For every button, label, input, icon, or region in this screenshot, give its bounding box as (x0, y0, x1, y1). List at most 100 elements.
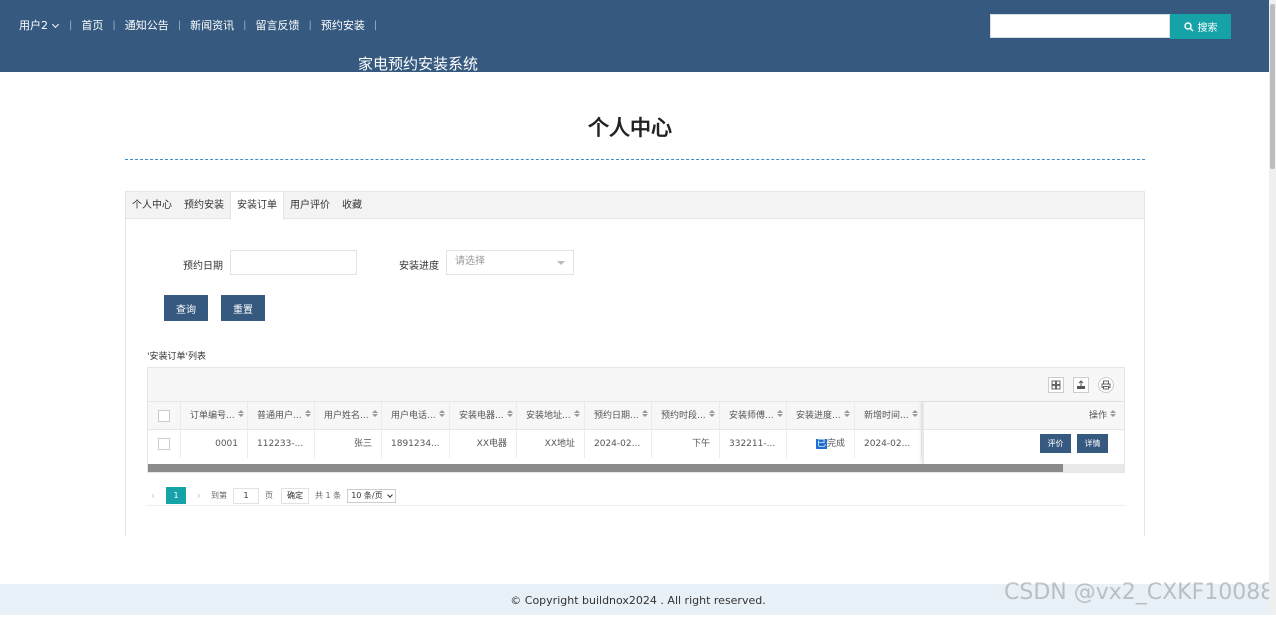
watermark: CSDN @vx2_CXKF10088 (1004, 580, 1275, 605)
tab-install-orders[interactable]: 安装订单 (230, 192, 284, 220)
sort-icon (573, 410, 580, 417)
print-icon (1101, 380, 1111, 390)
progress-select-placeholder: 请选择 (455, 256, 485, 267)
tab-bar: 个人中心 预约安装 安装订单 用户评价 收藏 (126, 192, 1144, 220)
time-slot-cell: 下午 (652, 430, 720, 458)
pager-divider (147, 505, 1125, 506)
column-header-label: 预约时段... (661, 411, 706, 421)
progress-label: 安装进度 (399, 261, 439, 272)
column-header[interactable]: 安装地址... (517, 402, 585, 430)
chevron-down-icon (386, 491, 393, 498)
horizontal-scrollbar[interactable] (148, 464, 1124, 472)
user-phone-cell: 1891234... (382, 430, 450, 458)
progress-rest-text: 完成 (826, 439, 845, 449)
nav-feedback[interactable]: 留言反馈 (247, 17, 309, 33)
top-header: 用户2 | 首页 | 通知公告 | 新闻资讯 | 留言反馈 | 预约安装 | 搜… (0, 0, 1276, 73)
column-header-label: 新增时间... (864, 411, 909, 421)
select-all-checkbox[interactable] (158, 410, 170, 422)
sort-icon (304, 410, 311, 417)
booking-date-cell: 2024-02... (585, 430, 652, 458)
tab-user-reviews[interactable]: 用户评价 (284, 192, 336, 218)
columns-toggle-button[interactable] (1048, 377, 1064, 393)
column-header[interactable]: 预约日期... (585, 402, 652, 430)
technician-cell: 332211-... (720, 430, 787, 458)
column-header-label: 安装电器... (459, 411, 504, 421)
page-title: 个人中心 (588, 116, 672, 140)
date-label: 预约日期 (183, 261, 223, 272)
title-divider (125, 159, 1145, 160)
column-header[interactable]: 新增时间... (855, 402, 922, 430)
tab-personal-center[interactable]: 个人中心 (126, 192, 178, 218)
column-header-label: 用户姓名... (324, 411, 369, 421)
horizontal-scrollbar-thumb[interactable] (148, 464, 1063, 472)
column-header-label: 安装进度... (796, 411, 841, 421)
column-header[interactable]: 安装电器... (450, 402, 517, 430)
prev-page-icon[interactable]: ‹ (147, 489, 159, 502)
user-menu-label: 用户2 (19, 19, 48, 32)
nav-booking[interactable]: 预约安装 (312, 17, 374, 33)
search-icon (1183, 21, 1193, 31)
column-header-label: 预约日期... (594, 411, 639, 421)
print-button[interactable] (1098, 377, 1114, 393)
column-header[interactable]: 用户电话... (382, 402, 450, 430)
sort-icon (438, 410, 445, 417)
sort-icon (776, 410, 783, 417)
next-page-icon[interactable]: › (193, 489, 205, 502)
search-button[interactable]: 搜索 (1170, 14, 1231, 39)
date-input[interactable] (230, 250, 357, 275)
pagination: ‹ 1 › 到第 1 页 确定 共 1 条 10 条/页 (147, 487, 396, 504)
column-header[interactable]: 用户姓名... (315, 402, 382, 430)
column-header[interactable]: 安装师傅... (720, 402, 787, 430)
column-header[interactable]: 普通用户... (248, 402, 315, 430)
row-checkbox[interactable] (158, 438, 170, 450)
nav-separator: | (373, 19, 378, 31)
query-button[interactable]: 查询 (164, 295, 208, 321)
page-size-select[interactable]: 10 条/页 (347, 488, 396, 503)
progress-select[interactable]: 请选择 (446, 250, 574, 275)
system-title: 家电预约安装系统 (358, 55, 479, 73)
export-button[interactable] (1073, 377, 1089, 393)
sort-icon (641, 410, 648, 417)
sort-icon (237, 410, 244, 417)
order-number-cell: 0001 (181, 430, 248, 458)
appliance-cell: XX电器 (450, 430, 517, 458)
created-time-cell: 2024-02... (855, 430, 922, 458)
current-page[interactable]: 1 (166, 487, 186, 504)
sort-icon (371, 410, 378, 417)
tab-book-install[interactable]: 预约安装 (178, 192, 230, 218)
search-input[interactable] (990, 14, 1170, 38)
column-header-label: 安装师傅... (729, 411, 774, 421)
column-header[interactable]: 订单编号... (181, 402, 248, 430)
caret-down-icon (557, 261, 565, 265)
tab-favorites[interactable]: 收藏 (336, 192, 368, 218)
column-header-label: 订单编号... (190, 411, 235, 421)
column-header[interactable]: 预约时段... (652, 402, 720, 430)
detail-button[interactable]: 详情 (1077, 434, 1108, 453)
nav-news[interactable]: 新闻资讯 (181, 17, 243, 33)
vertical-scrollbar-thumb[interactable] (1270, 4, 1275, 169)
user-menu[interactable]: 用户2 (19, 17, 69, 33)
goto-label: 到第 (211, 491, 227, 500)
nav-home[interactable]: 首页 (72, 17, 112, 33)
grid-icon (1051, 380, 1061, 390)
actions-header: 操作 (924, 402, 1124, 430)
progress-cell: 已完成 (787, 430, 855, 458)
reset-button[interactable]: 重置 (221, 295, 265, 321)
sort-icon (911, 410, 918, 417)
review-button[interactable]: 评价 (1040, 434, 1071, 453)
column-header[interactable]: 安装进度... (787, 402, 855, 430)
sort-icon (1110, 410, 1116, 417)
list-caption: '安装订单'列表 (147, 352, 206, 362)
total-count: 共 1 条 (315, 491, 342, 500)
vertical-scrollbar[interactable] (1269, 0, 1276, 615)
actions-column: 操作 评价 详情 (922, 402, 1124, 464)
nav-notices[interactable]: 通知公告 (116, 17, 178, 33)
orders-table: 订单编号... 普通用户... 用户姓名... 用户电话... 安装电器... … (147, 367, 1125, 473)
top-nav: 用户2 | 首页 | 通知公告 | 新闻资讯 | 留言反馈 | 预约安装 | (19, 17, 377, 33)
user-account-cell: 112233-... (248, 430, 315, 458)
address-cell: XX地址 (517, 430, 585, 458)
column-header-label: 操作 (1088, 411, 1107, 421)
column-header-label: 用户电话... (391, 411, 436, 421)
goto-confirm-button[interactable]: 确定 (281, 487, 309, 504)
goto-page-input[interactable]: 1 (233, 487, 259, 504)
